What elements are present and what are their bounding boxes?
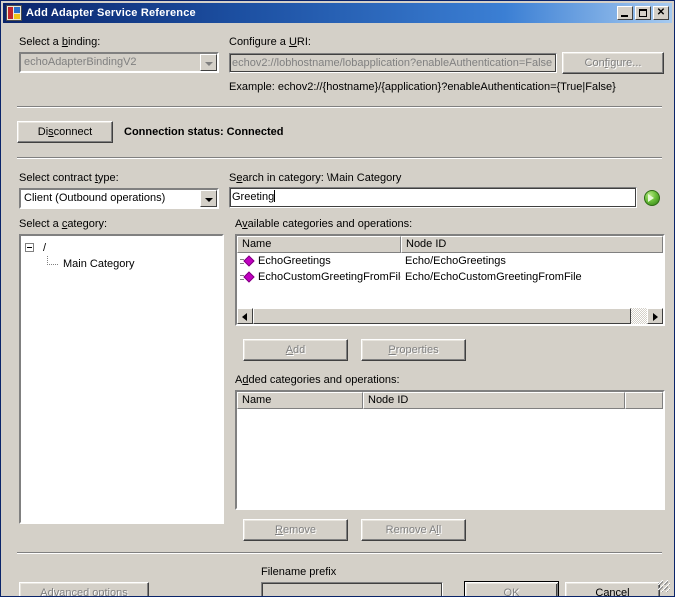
search-category-label: Search in category: \Main Category xyxy=(229,172,402,184)
available-listview[interactable]: Name Node ID EchoGreetings Echo/EchoGree… xyxy=(235,234,665,326)
binding-combobox[interactable]: echoAdapterBindingV2 xyxy=(19,52,219,73)
added-listview[interactable]: Name Node ID xyxy=(235,390,665,510)
available-row-name: EchoCustomGreetingFromFile xyxy=(258,271,401,283)
tree-node-root-label: / xyxy=(43,242,47,254)
add-button-label: Add xyxy=(285,344,306,356)
chevron-down-icon[interactable] xyxy=(200,54,217,71)
separator-top xyxy=(17,106,662,108)
resize-grip[interactable] xyxy=(658,580,670,592)
cancel-button[interactable]: Cancel xyxy=(565,582,660,597)
scroll-right-icon[interactable] xyxy=(647,308,663,324)
title-bar[interactable]: Add Adapter Service Reference ✕ xyxy=(3,3,672,23)
configure-button[interactable]: Configure... xyxy=(562,52,664,74)
category-tree: / Main Category xyxy=(25,240,135,272)
text-caret xyxy=(274,190,276,202)
method-diamond-icon xyxy=(240,271,255,283)
available-column-node-id[interactable]: Node ID xyxy=(401,236,663,253)
available-column-name[interactable]: Name xyxy=(237,236,401,253)
tree-node-main-category-label: Main Category xyxy=(63,258,135,270)
tree-node-root[interactable]: / xyxy=(25,240,47,256)
configure-button-label: Configure... xyxy=(584,57,642,69)
connection-status-label: Connection status: Connected xyxy=(124,126,284,138)
remove-button[interactable]: Remove xyxy=(243,519,348,541)
available-label: Available categories and operations: xyxy=(235,218,413,230)
search-input[interactable]: Greeting xyxy=(229,187,637,208)
adapter-window-icon xyxy=(6,5,22,21)
ok-button[interactable]: OK xyxy=(464,581,559,597)
binding-combobox-value: echoAdapterBindingV2 xyxy=(24,56,137,68)
dialog-client-area: Select a binding: echoAdapterBindingV2 C… xyxy=(3,24,672,597)
search-input-value: Greeting xyxy=(232,191,275,203)
scrollbar-track[interactable] xyxy=(253,308,647,324)
properties-button-label: Properties xyxy=(388,344,439,356)
minimize-button[interactable] xyxy=(617,6,633,20)
uri-input[interactable]: echov2://lobhostname/lobapplication?enab… xyxy=(229,53,557,73)
chevron-down-icon[interactable] xyxy=(200,190,217,207)
available-row-name: EchoGreetings xyxy=(258,255,331,267)
table-row[interactable]: EchoGreetings Echo/EchoGreetings xyxy=(237,253,663,269)
maximize-button[interactable] xyxy=(635,6,651,20)
advanced-options-button[interactable]: Advanced options xyxy=(19,582,149,597)
contract-type-value: Client (Outbound operations) xyxy=(24,192,166,204)
category-tree-panel[interactable]: / Main Category xyxy=(19,234,224,524)
uri-input-value: echov2://lobhostname/lobapplication?enab… xyxy=(232,57,553,69)
tree-elbow-line xyxy=(47,256,61,272)
added-column-name[interactable]: Name xyxy=(237,392,363,409)
collapse-toggle-icon[interactable] xyxy=(25,243,34,252)
table-row[interactable]: EchoCustomGreetingFromFile Echo/EchoCust… xyxy=(237,269,663,285)
added-column-node-id[interactable]: Node ID xyxy=(363,392,625,409)
properties-button[interactable]: Properties xyxy=(361,339,466,361)
close-button[interactable]: ✕ xyxy=(653,6,669,20)
uri-label: Configure a URI: xyxy=(229,36,311,48)
added-column-filler[interactable] xyxy=(625,392,663,409)
go-arrow-glyph xyxy=(648,194,654,202)
added-label: Added categories and operations: xyxy=(235,374,400,386)
contract-type-combobox[interactable]: Client (Outbound operations) xyxy=(19,188,219,209)
separator-middle xyxy=(17,157,662,159)
added-listview-header: Name Node ID xyxy=(237,392,663,409)
available-row-node-id: Echo/EchoGreetings xyxy=(405,255,506,267)
uri-example-label: Example: echov2://{hostname}/{applicatio… xyxy=(229,81,616,93)
select-category-label: Select a category: xyxy=(19,218,108,230)
filename-prefix-input[interactable] xyxy=(261,582,443,596)
added-listview-body xyxy=(237,409,663,508)
remove-all-button-label: Remove All xyxy=(385,524,442,536)
cancel-button-label: Cancel xyxy=(595,587,630,597)
available-horizontal-scrollbar[interactable] xyxy=(237,308,663,324)
ok-button-label: OK xyxy=(503,587,520,597)
method-diamond-icon xyxy=(240,255,255,267)
add-adapter-service-reference-dialog: Add Adapter Service Reference ✕ Select a… xyxy=(0,0,675,597)
separator-footer xyxy=(17,552,662,554)
advanced-options-button-label: Advanced options xyxy=(40,587,128,597)
disconnect-button-label: Disconnect xyxy=(37,126,93,138)
caption-buttons: ✕ xyxy=(617,6,671,20)
available-listview-header: Name Node ID xyxy=(237,236,663,253)
scroll-left-icon[interactable] xyxy=(237,308,253,324)
available-row-node-id: Echo/EchoCustomGreetingFromFile xyxy=(405,271,582,283)
remove-all-button[interactable]: Remove All xyxy=(361,519,466,541)
disconnect-button[interactable]: Disconnect xyxy=(17,121,113,143)
scrollbar-thumb[interactable] xyxy=(253,308,632,324)
binding-label: Select a binding: xyxy=(19,36,101,48)
search-go-button[interactable] xyxy=(643,189,661,207)
window-title: Add Adapter Service Reference xyxy=(26,7,196,19)
add-button[interactable]: Add xyxy=(243,339,348,361)
filename-prefix-label: Filename prefix xyxy=(261,566,337,578)
remove-button-label: Remove xyxy=(275,524,316,536)
contract-type-label: Select contract type: xyxy=(19,172,119,184)
